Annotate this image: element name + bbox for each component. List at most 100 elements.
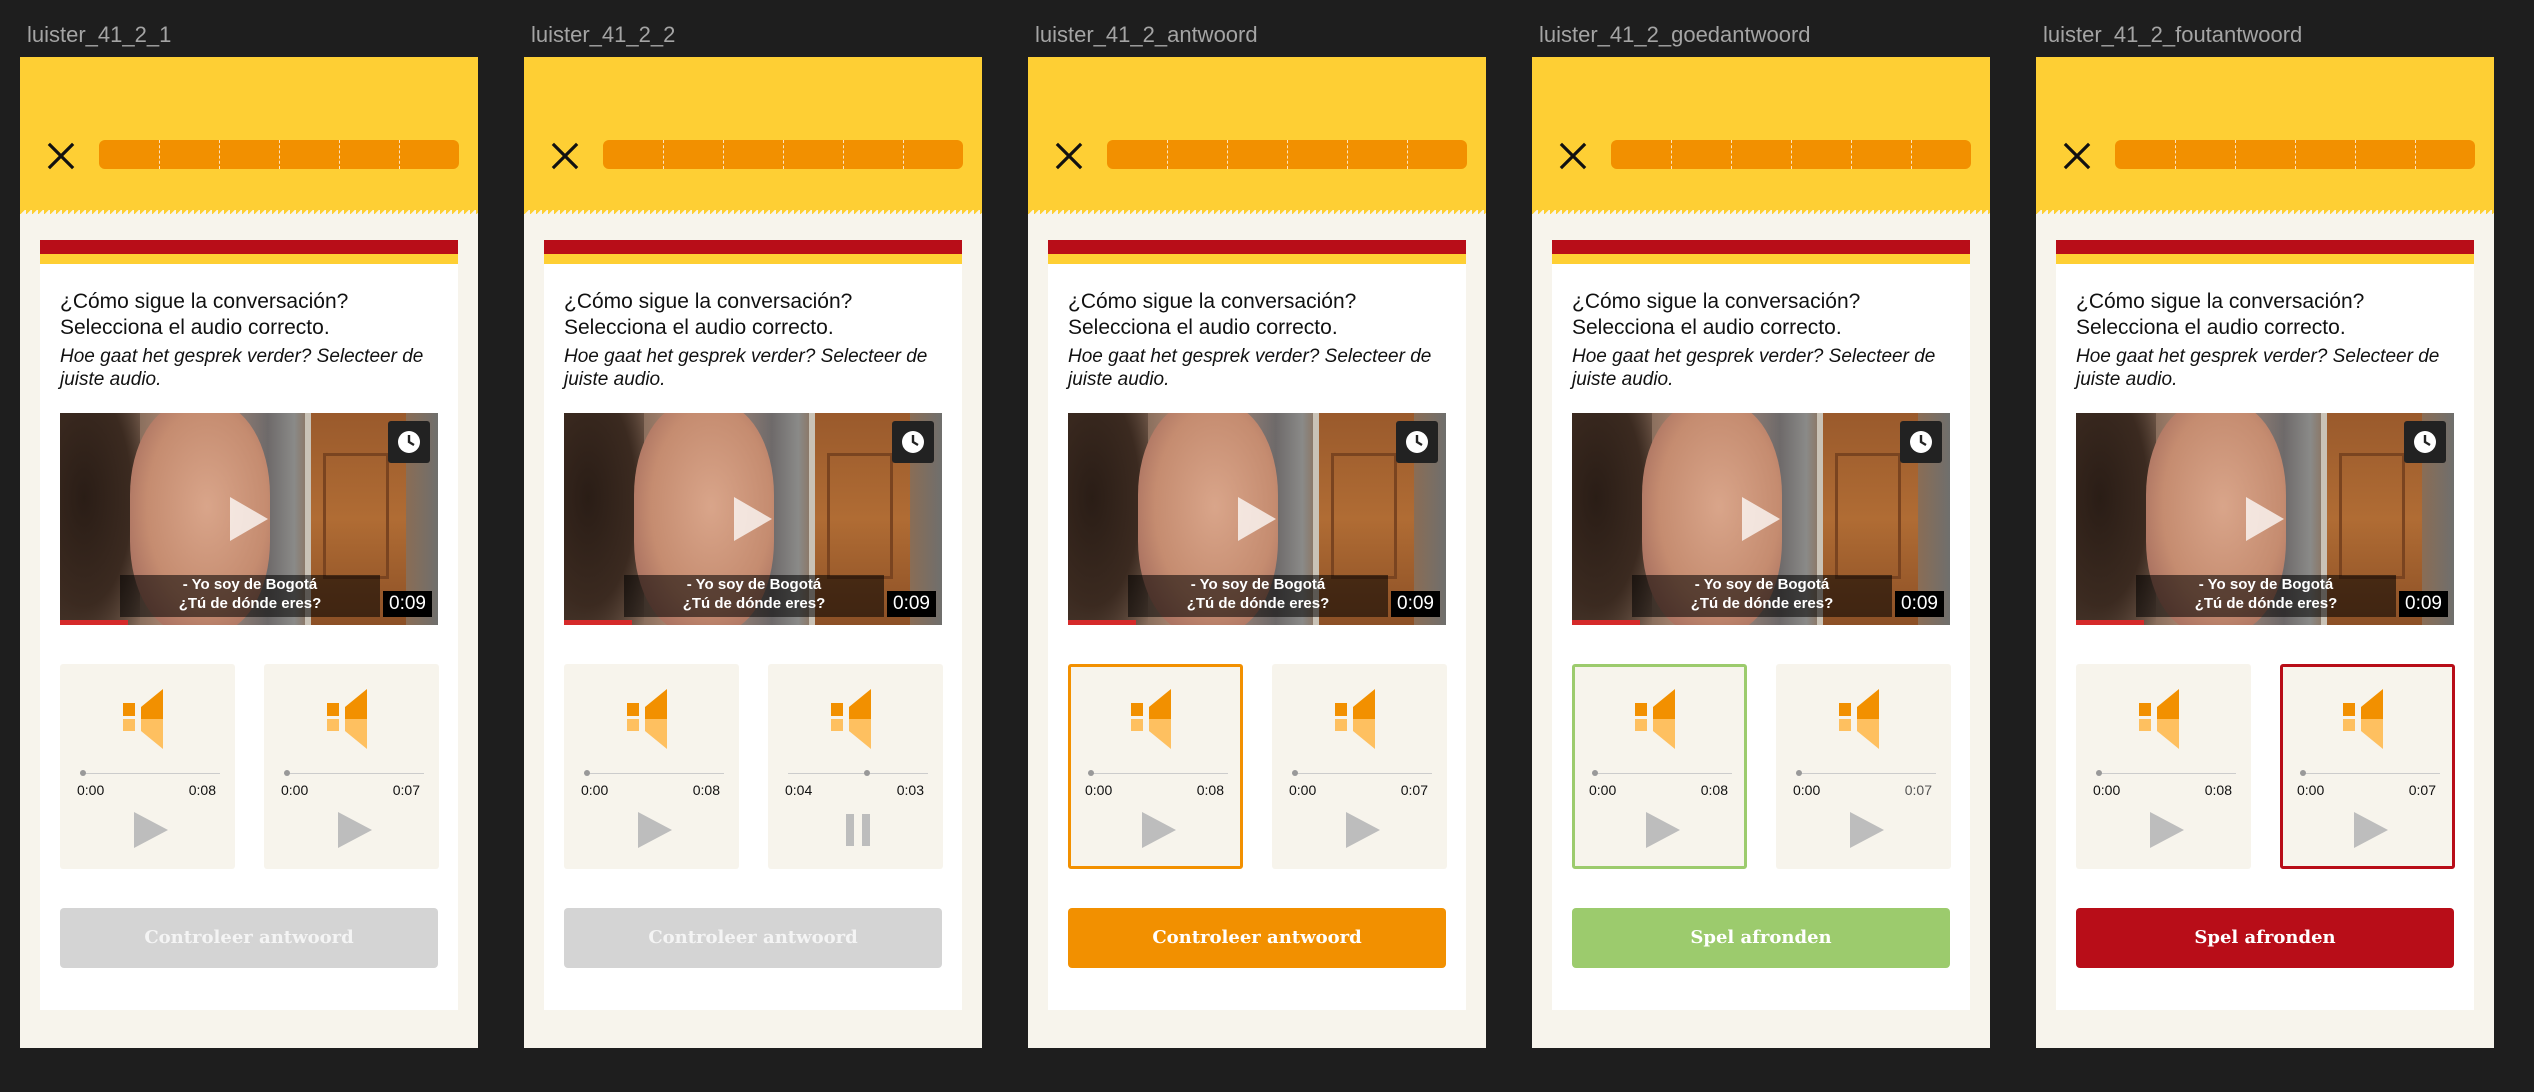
check-answer-button[interactable]: Spel afronden [1572,908,1950,968]
close-icon[interactable] [548,139,582,173]
audio-option-b[interactable]: 0:00 0:07 [1776,664,1951,869]
play-icon[interactable] [1642,810,1682,850]
play-icon[interactable] [334,810,374,850]
check-answer-button[interactable]: Spel afronden [2076,908,2454,968]
clock-icon[interactable] [2404,421,2446,463]
audio-remaining: 0:07 [2408,782,2436,798]
speaker-icon [2343,689,2383,749]
video-player[interactable]: - Yo soy de Bogotá ¿Tú de dónde eres? 0:… [1068,413,1446,625]
audio-scrubber[interactable] [1796,770,1936,776]
flag-stripe-red [1048,240,1466,254]
video-player[interactable]: - Yo soy de Bogotá ¿Tú de dónde eres? 0:… [60,413,438,625]
check-answer-button[interactable]: Controleer antwoord [60,908,438,968]
play-icon[interactable] [1742,497,1780,541]
top-bar-edge [2036,210,2494,214]
play-icon[interactable] [1342,810,1382,850]
speaker-icon [1335,689,1375,749]
audio-elapsed: 0:00 [581,782,609,798]
question-dutch: Hoe gaat het gesprek verder? Selecteer d… [1572,346,1936,390]
artboard-label: luister_41_2_goedantwoord [1539,22,1811,47]
audio-elapsed: 0:00 [1289,782,1317,798]
video-player[interactable]: - Yo soy de Bogotá ¿Tú de dónde eres? 0:… [564,413,942,625]
video-duration: 0:09 [2399,591,2448,617]
audio-scrubber[interactable] [1592,770,1732,776]
check-answer-button[interactable]: Controleer antwoord [1068,908,1446,968]
video-duration: 0:09 [1895,591,1944,617]
question-dutch: Hoe gaat het gesprek verder? Selecteer d… [1068,346,1432,390]
audio-elapsed: 0:04 [785,782,813,798]
audio-remaining: 0:08 [2204,782,2232,798]
clock-icon[interactable] [892,421,934,463]
clock-icon[interactable] [1396,421,1438,463]
video-subtitle: - Yo soy de Bogotá ¿Tú de dónde eres? [120,575,380,617]
video-subtitle: - Yo soy de Bogotá ¿Tú de dónde eres? [1128,575,1388,617]
audio-remaining: 0:08 [1700,782,1728,798]
audio-option-a[interactable]: 0:00 0:08 [1572,664,1747,869]
question-dutch: Hoe gaat het gesprek verder? Selecteer d… [2076,346,2440,390]
audio-scrubber[interactable] [2300,770,2440,776]
top-bar [20,57,478,210]
audio-scrubber[interactable] [788,770,928,776]
clock-icon[interactable] [388,421,430,463]
audio-remaining: 0:08 [692,782,720,798]
audio-scrubber[interactable] [2096,770,2236,776]
artboard-label: luister_41_2_1 [27,22,172,47]
speaker-icon [1839,689,1879,749]
audio-option-b[interactable]: 0:04 0:03 [768,664,943,869]
play-icon[interactable] [734,497,772,541]
play-icon[interactable] [230,497,268,541]
audio-elapsed: 0:00 [77,782,105,798]
video-subtitle: - Yo soy de Bogotá ¿Tú de dónde eres? [1632,575,1892,617]
audio-option-b[interactable]: 0:00 0:07 [264,664,439,869]
top-bar-edge [524,210,982,214]
play-icon[interactable] [1138,810,1178,850]
play-icon[interactable] [130,810,170,850]
audio-scrubber[interactable] [584,770,724,776]
audio-scrubber[interactable] [1292,770,1432,776]
close-icon[interactable] [2060,139,2094,173]
play-icon[interactable] [1846,810,1886,850]
exercise-card: ¿Cómo sigue la conversación? Selecciona … [544,240,962,1010]
lesson-progress-bar [2115,140,2475,169]
audio-scrubber[interactable] [284,770,424,776]
speaker-icon [627,689,667,749]
video-player[interactable]: - Yo soy de Bogotá ¿Tú de dónde eres? 0:… [2076,413,2454,625]
play-icon[interactable] [2350,810,2390,850]
flag-stripe-yellow [1048,254,1466,264]
exercise-card: ¿Cómo sigue la conversación? Selecciona … [1048,240,1466,1010]
audio-scrubber[interactable] [80,770,220,776]
audio-option-b[interactable]: 0:00 0:07 [2280,664,2455,869]
top-bar-edge [1028,210,1486,214]
audio-option-b[interactable]: 0:00 0:07 [1272,664,1447,869]
video-player[interactable]: - Yo soy de Bogotá ¿Tú de dónde eres? 0:… [1572,413,1950,625]
play-icon[interactable] [1238,497,1276,541]
speaker-icon [831,689,871,749]
pause-icon[interactable] [838,810,878,850]
audio-option-a[interactable]: 0:00 0:08 [60,664,235,869]
question-dutch: Hoe gaat het gesprek verder? Selecteer d… [564,346,928,390]
close-icon[interactable] [1556,139,1590,173]
audio-scrubber[interactable] [1088,770,1228,776]
video-progress [1572,620,1640,625]
flag-stripe-yellow [1552,254,1970,264]
check-answer-button[interactable]: Controleer antwoord [564,908,942,968]
exercise-card: ¿Cómo sigue la conversación? Selecciona … [2056,240,2474,1010]
play-icon[interactable] [2146,810,2186,850]
audio-option-a[interactable]: 0:00 0:08 [1068,664,1243,869]
video-progress [1068,620,1136,625]
lesson-progress-bar [99,140,459,169]
clock-icon[interactable] [1900,421,1942,463]
video-progress [60,620,128,625]
close-icon[interactable] [44,139,78,173]
audio-option-a[interactable]: 0:00 0:08 [564,664,739,869]
play-icon[interactable] [2246,497,2284,541]
exercise-screen: ¿Cómo sigue la conversación? Selecciona … [1532,57,1990,1048]
audio-remaining: 0:07 [1400,782,1428,798]
question-dutch: Hoe gaat het gesprek verder? Selecteer d… [60,346,424,390]
audio-remaining: 0:08 [188,782,216,798]
play-icon[interactable] [634,810,674,850]
audio-option-a[interactable]: 0:00 0:08 [2076,664,2251,869]
top-bar [524,57,982,210]
close-icon[interactable] [1052,139,1086,173]
lesson-progress-bar [1107,140,1467,169]
